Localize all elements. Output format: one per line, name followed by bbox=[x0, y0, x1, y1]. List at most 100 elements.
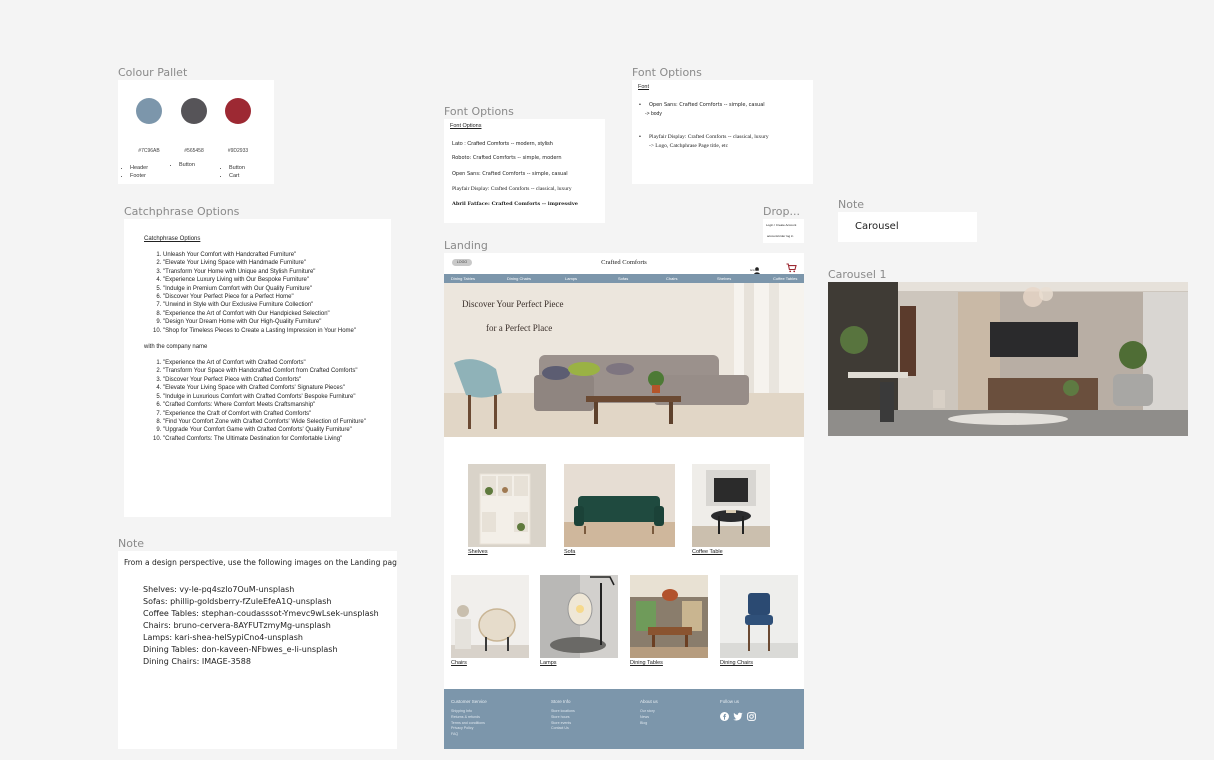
swatch-red bbox=[225, 98, 251, 124]
dropdown-item-login[interactable]: Login / Create Account bbox=[766, 223, 796, 227]
product-caption[interactable]: Lamps bbox=[540, 660, 557, 666]
note-images-frame: From a design perspective, use the follo… bbox=[118, 551, 397, 749]
nav-dining-chairs[interactable]: Dining Chairs bbox=[507, 276, 531, 281]
swatch-uses-red: Button Cart bbox=[221, 164, 245, 180]
footer: Customer Service Shipping Info Returns &… bbox=[444, 689, 804, 749]
nav-shelves[interactable]: Shelves bbox=[717, 276, 731, 281]
product-caption[interactable]: Shelves bbox=[468, 549, 488, 555]
list-item: "Discover Your Perfect Piece for a Perfe… bbox=[163, 293, 371, 301]
font-option-playfair: Playfair Display: Crafted Comforts -- cl… bbox=[452, 186, 572, 192]
landing-frame: LOGO Crafted Comforts Account Dining Tab… bbox=[444, 253, 804, 749]
font-option-roboto: Roboto: Crafted Comforts -- simple, mode… bbox=[452, 155, 562, 161]
list-item: "Crafted Comforts: The Ultimate Destinat… bbox=[163, 435, 371, 443]
sofa-photo bbox=[564, 464, 675, 547]
bullet: • bbox=[639, 134, 641, 140]
font-options-2-frame: Font • Open Sans: Crafted Comforts -- si… bbox=[632, 80, 813, 184]
footer-link[interactable]: FAQ bbox=[451, 732, 485, 738]
product-sofa[interactable]: Sofa bbox=[564, 464, 675, 559]
swatch-hex-charcoal: #565458 bbox=[184, 148, 204, 154]
font-choice-body-note: -> body bbox=[645, 111, 662, 117]
lamps-photo bbox=[540, 575, 618, 658]
nav-coffee-tables[interactable]: Coffee Tables bbox=[773, 276, 797, 281]
product-lamps[interactable]: Lamps bbox=[540, 575, 618, 670]
footer-col3-title: About us bbox=[640, 699, 658, 704]
footer-link[interactable]: Our story bbox=[640, 709, 655, 715]
footer-col1-title: Customer Service bbox=[451, 699, 487, 704]
note-line: Lamps: kari-shea-helSypiCno4-unsplash bbox=[143, 633, 303, 642]
dropdown-item-account[interactable]: account/order log in bbox=[767, 234, 793, 238]
list-item: "Discover Your Perfect Piece with Crafte… bbox=[163, 376, 371, 384]
font-choice-display-note: -> Logo, Catchphrase Page title, etc bbox=[649, 143, 729, 149]
catchphrase-frame: Catchphrase Options Unleash Your Comfort… bbox=[124, 219, 391, 517]
twitter-icon[interactable] bbox=[733, 708, 743, 726]
list-item: "Experience Luxury Living with Our Bespo… bbox=[163, 276, 371, 284]
product-caption[interactable]: Coffee Table bbox=[692, 549, 723, 555]
font-option-lato: Lato : Crafted Comforts -- modern, styli… bbox=[452, 141, 553, 147]
note-carousel-label[interactable]: Note bbox=[838, 198, 864, 211]
product-coffee-table[interactable]: Coffee Table bbox=[692, 464, 770, 559]
living-room-photo bbox=[828, 282, 1188, 436]
font-options-2-label[interactable]: Font Options bbox=[632, 66, 702, 79]
carousel-1-label[interactable]: Carousel 1 bbox=[828, 268, 886, 281]
list-item: "Design Your Dream Home with Our High-Qu… bbox=[163, 318, 371, 326]
note-line: Dining Chairs: IMAGE-3588 bbox=[143, 657, 251, 666]
catchphrase-heading: Catchphrase Options bbox=[144, 236, 201, 242]
swatch-charcoal bbox=[181, 98, 207, 124]
product-caption[interactable]: Dining Tables bbox=[630, 660, 663, 666]
colour-pallet-label[interactable]: Colour Pallet bbox=[118, 66, 187, 79]
account-label: Account bbox=[750, 269, 760, 272]
note-carousel-frame: Carousel bbox=[838, 212, 977, 242]
note-images-label[interactable]: Note bbox=[118, 537, 144, 550]
note-carousel-text: Carousel bbox=[855, 221, 899, 232]
font-option-abril: Abril Fatface: Crafted Comforts -- impre… bbox=[452, 201, 578, 207]
list-item: "Upgrade Your Comfort Game with Crafted … bbox=[163, 426, 371, 434]
instagram-icon[interactable] bbox=[747, 708, 756, 726]
dining-chairs-photo bbox=[720, 575, 798, 658]
dropdown-label[interactable]: Drop... bbox=[763, 205, 800, 218]
hero-banner: Discover Your Perfect Piece for a Perfec… bbox=[444, 283, 804, 437]
chairs-photo bbox=[451, 575, 529, 658]
use-item: Button bbox=[179, 161, 195, 169]
font-options-1-frame: Font Options Lato : Crafted Comforts -- … bbox=[444, 119, 605, 223]
coffee-table-photo bbox=[692, 464, 770, 547]
catchphrase-list-1: Unleash Your Comfort with Handcrafted Fu… bbox=[144, 251, 371, 335]
nav-chairs[interactable]: Chairs bbox=[666, 276, 678, 281]
use-item: Button bbox=[229, 164, 245, 172]
product-caption[interactable]: Chairs bbox=[451, 660, 467, 666]
footer-link[interactable]: Blog bbox=[640, 721, 655, 727]
note-intro: From a design perspective, use the follo… bbox=[124, 558, 397, 567]
use-item: Footer bbox=[130, 172, 148, 180]
nav-dining-tables[interactable]: Dining Tables bbox=[451, 276, 475, 281]
nav-sofas[interactable]: Sofas bbox=[618, 276, 628, 281]
list-item: "Indulge in Premium Comfort with Our Qua… bbox=[163, 285, 371, 293]
landing-label[interactable]: Landing bbox=[444, 239, 488, 252]
footer-col1-links: Shipping Info Returns & refunds Terms an… bbox=[451, 709, 485, 738]
product-caption[interactable]: Sofa bbox=[564, 549, 575, 555]
footer-col2-links: Store locations Store hours Store events… bbox=[551, 709, 575, 732]
list-item: "Experience the Art of Comfort with Our … bbox=[163, 310, 371, 318]
product-dining-chairs[interactable]: Dining Chairs bbox=[720, 575, 798, 670]
note-line: Sofas: phillip-goldsberry-fZuleEfeA1Q-un… bbox=[143, 597, 332, 606]
footer-col4-title: Follow us bbox=[720, 699, 740, 704]
carousel-1-image bbox=[828, 282, 1188, 436]
nav-lamps[interactable]: Lamps bbox=[565, 276, 577, 281]
product-dining-tables[interactable]: Dining Tables bbox=[630, 575, 708, 670]
footer-link[interactable]: Returns & refunds bbox=[451, 715, 485, 721]
footer-link[interactable]: Contact Us bbox=[551, 726, 575, 732]
footer-col3-links: Our story News Blog bbox=[640, 709, 655, 726]
list-item: "Experience the Art of Comfort with Craf… bbox=[163, 359, 371, 367]
product-shelves[interactable]: Shelves bbox=[468, 464, 546, 559]
font-options-1-label[interactable]: Font Options bbox=[444, 105, 514, 118]
product-chairs[interactable]: Chairs bbox=[451, 575, 529, 670]
list-item: "Elevate Your Living Space with Crafted … bbox=[163, 384, 371, 392]
product-caption[interactable]: Dining Chairs bbox=[720, 660, 753, 666]
footer-link[interactable]: Store locations bbox=[551, 709, 575, 715]
swatch-uses-charcoal: Button bbox=[171, 161, 195, 169]
catchphrase-label[interactable]: Catchphrase Options bbox=[124, 205, 239, 218]
facebook-icon[interactable] bbox=[720, 708, 729, 726]
list-item: "Transform Your Space with Handcrafted C… bbox=[163, 367, 371, 375]
hero-line-1: Discover Your Perfect Piece bbox=[462, 299, 564, 309]
nav-bar: Dining Tables Dining Chairs Lamps Sofas … bbox=[444, 274, 804, 283]
font-choice-body: Open Sans: Crafted Comforts -- simple, c… bbox=[649, 102, 765, 108]
list-item: Unleash Your Comfort with Handcrafted Fu… bbox=[163, 251, 371, 259]
